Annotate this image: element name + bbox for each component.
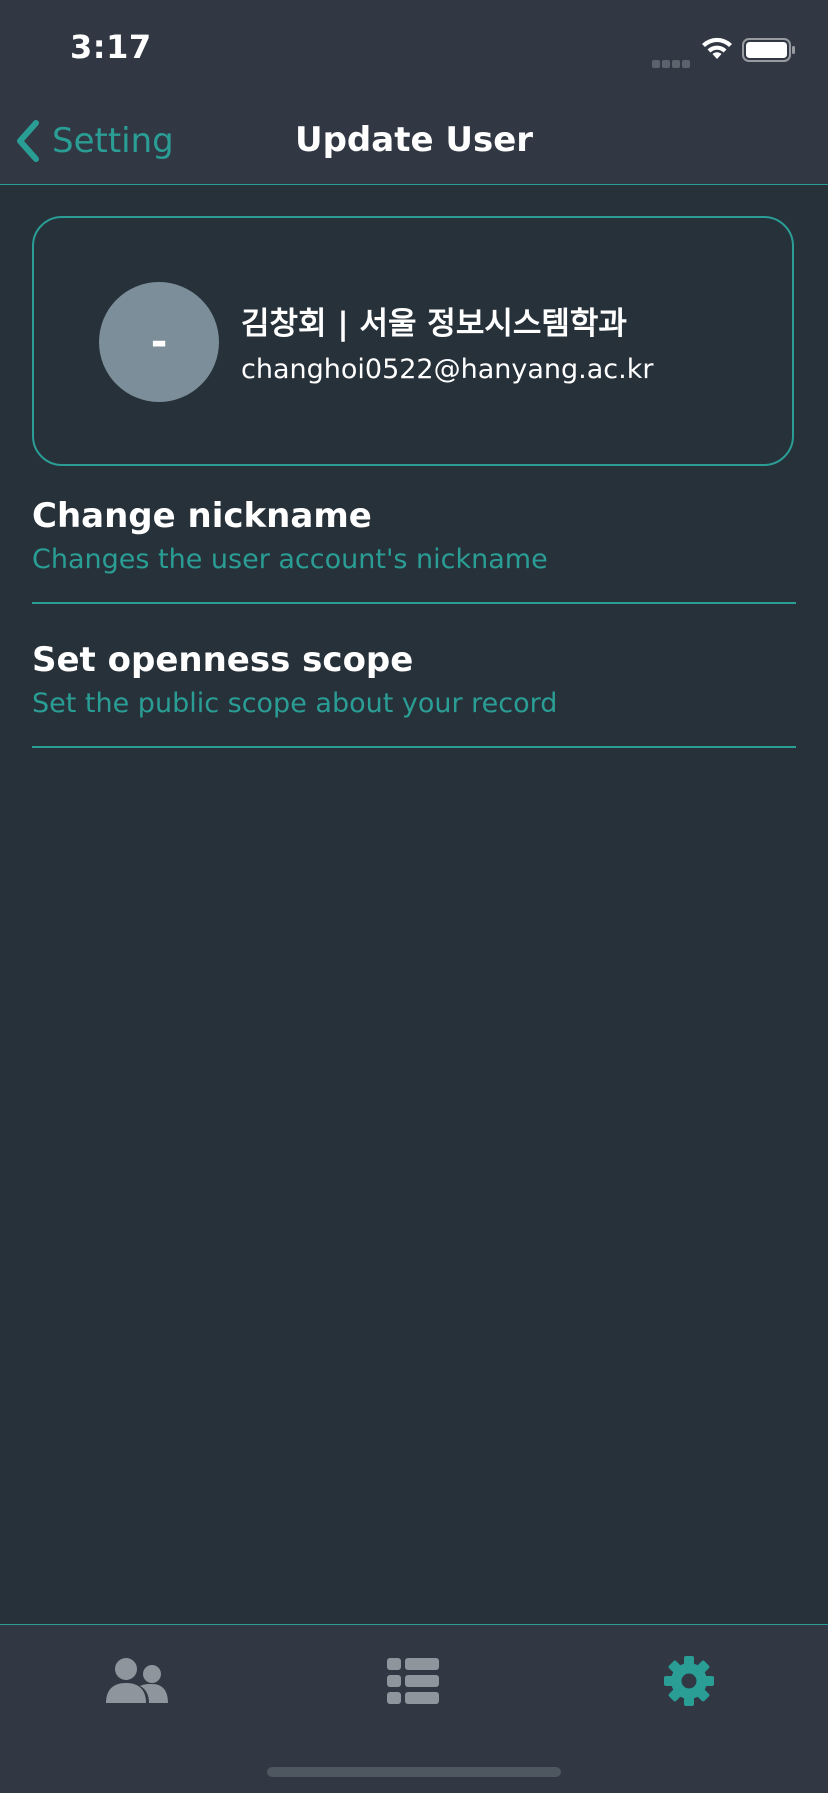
users-icon	[106, 1658, 168, 1703]
tab-users[interactable]	[97, 1651, 177, 1711]
set-openness-scope-title: Set openness scope	[32, 640, 414, 680]
change-nickname-title: Change nickname	[32, 496, 372, 536]
status-time: 3:17	[70, 28, 152, 66]
profile-email: changhoi0522@hanyang.ac.kr	[241, 354, 654, 385]
status-bar: 3:17	[0, 0, 828, 96]
tab-list[interactable]	[373, 1651, 453, 1711]
tab-bar	[0, 1624, 828, 1793]
tab-settings[interactable]	[649, 1651, 729, 1711]
set-openness-scope-row[interactable]: Set openness scope Set the public scope …	[32, 604, 796, 748]
chevron-left-icon	[17, 120, 39, 162]
profile-card: - 김창회 | 서울 정보시스템학과 changhoi0522@hanyang.…	[32, 216, 794, 466]
change-nickname-row[interactable]: Change nickname Changes the user account…	[32, 460, 796, 604]
set-openness-scope-subtitle: Set the public scope about your record	[32, 688, 558, 719]
back-button[interactable]: Setting	[14, 118, 174, 164]
back-button-label: Setting	[52, 121, 174, 161]
gear-icon	[664, 1656, 714, 1706]
avatar: -	[99, 282, 219, 402]
home-indicator	[267, 1767, 561, 1777]
battery-icon	[742, 38, 795, 62]
change-nickname-subtitle: Changes the user account's nickname	[32, 544, 548, 575]
wifi-icon	[702, 37, 732, 59]
navigation-bar: Setting Update User	[0, 96, 828, 185]
profile-name: 김창회 | 서울 정보시스템학과	[241, 306, 627, 342]
cellular-signal-icon	[652, 53, 692, 68]
list-icon	[387, 1658, 439, 1704]
